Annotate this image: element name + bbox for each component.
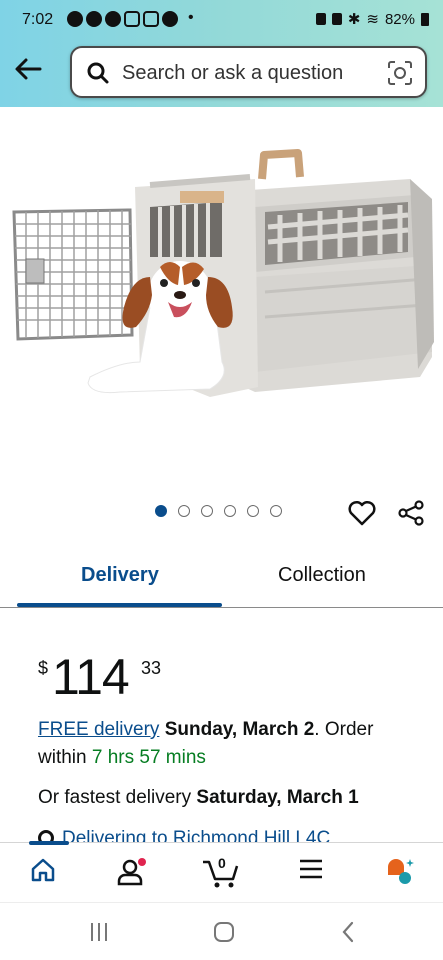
product-image[interactable] [0,107,443,487]
notification-icons [67,11,178,27]
instagram-icon [143,11,159,27]
price-fraction: 33 [141,658,162,678]
active-tab-indicator [17,603,222,607]
tab-collection[interactable]: Collection [278,564,366,587]
delivery-info: FREE delivery Sunday, March 2. Order wit… [38,716,418,772]
recents-icon[interactable] [88,921,110,943]
status-bar: 7:02 • ✱ ≋ 82% [0,0,443,40]
facebook-icon [67,11,83,27]
search-bar[interactable]: Search or ask a question [70,46,427,98]
more-notifications-dot: • [188,9,194,26]
share-icon[interactable] [397,499,425,527]
carousel-dot[interactable] [224,505,236,517]
facebook-icon [162,11,178,27]
camera-lens-icon[interactable] [387,60,413,86]
menu-icon[interactable] [298,857,324,881]
battery-icon [421,12,429,26]
home-circle-icon[interactable] [212,921,236,943]
home-icon[interactable] [30,857,56,883]
bluetooth-icon: ✱ [347,11,361,28]
price-whole: 114 [52,649,130,705]
back-chevron-icon[interactable] [340,921,356,943]
delivery-location[interactable]: Delivering to Richmond Hill L4C [38,828,443,842]
back-arrow-icon[interactable] [12,55,44,83]
status-time: 7:02 [22,11,54,28]
messenger-icon [105,11,121,27]
rufus-icon[interactable] [384,857,416,887]
delivery-date: Sunday, March 2 [164,719,315,740]
free-delivery-link[interactable]: FREE delivery [38,719,159,740]
fulfilment-tabs: Delivery Collection [0,558,443,608]
image-carousel-dots[interactable] [155,505,282,517]
location-text[interactable]: Delivering to Richmond Hill L4C [62,828,330,842]
dog-crate-illustration [12,149,434,397]
delivery-countdown: 7 hrs 57 mins [91,747,206,768]
instagram-icon [124,11,140,27]
fastest-delivery: Or fastest delivery Saturday, March 1 [38,787,359,809]
messenger-icon [86,11,102,27]
sim-icon [315,13,326,25]
system-status: ✱ ≋ 82% [315,10,429,28]
cart-count: 0 [218,855,226,871]
wifi-signal-icon: ≋ [366,11,379,28]
price-currency: $ [38,658,49,678]
carousel-dot[interactable] [155,505,167,517]
fastest-prefix: Or fastest delivery [38,787,192,808]
battery-percent: 82% [384,10,415,28]
heart-icon[interactable] [347,499,377,527]
bottom-nav: 0 [0,841,443,902]
carousel-dot[interactable] [247,505,259,517]
top-header: 7:02 • ✱ ≋ 82% Search or ask a question [0,0,443,107]
tab-delivery[interactable]: Delivery [81,564,159,587]
carousel-dot[interactable] [201,505,213,517]
alarm-icon [331,13,342,25]
account-icon[interactable] [116,857,146,887]
search-icon [87,62,109,84]
active-nav-indicator [29,841,69,845]
fastest-date: Saturday, March 1 [196,787,359,808]
carousel-dot[interactable] [270,505,282,517]
search-input[interactable]: Search or ask a question [122,62,343,85]
system-nav-bar [0,902,443,960]
carousel-dot[interactable] [178,505,190,517]
